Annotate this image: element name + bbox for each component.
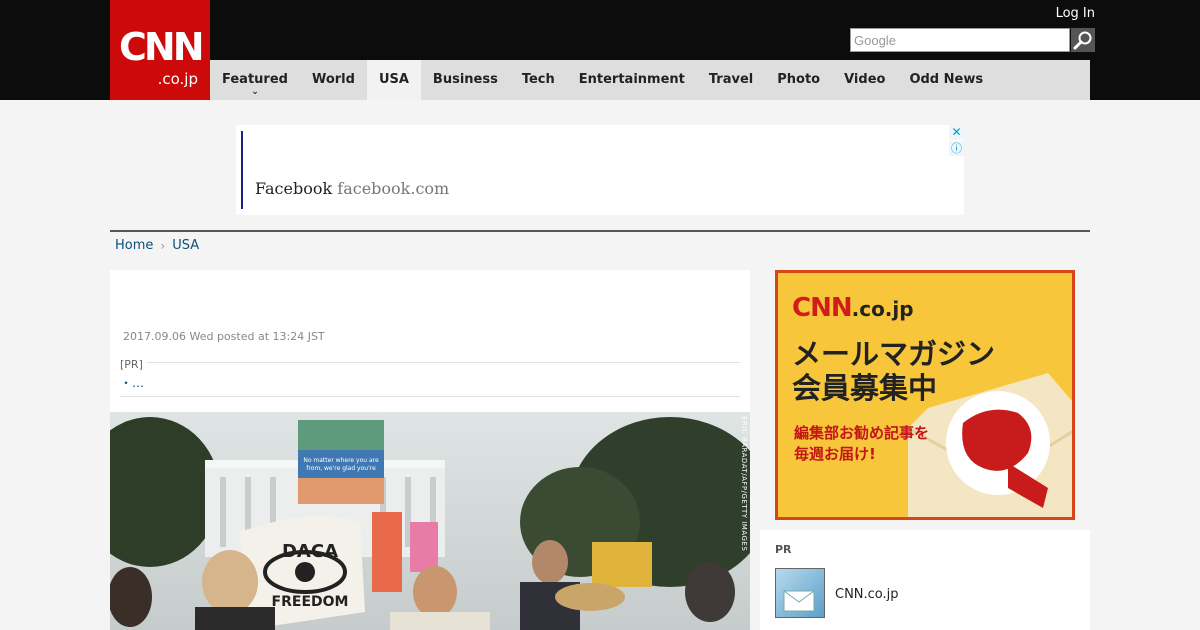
nav-label: Travel — [708, 72, 754, 87]
nav-label: Video — [844, 72, 886, 87]
main-nav: Featured ⌄ World USA Business Tech Enter… — [210, 60, 1090, 100]
sidebar-pr-box: PR CNN.co.jp — [760, 530, 1090, 630]
nav-label: USA — [378, 72, 409, 87]
search-input[interactable]: Google — [850, 28, 1070, 52]
sidebar-pr-link[interactable]: CNN.co.jp — [835, 587, 899, 602]
breadcrumb: Home › USA — [115, 238, 199, 253]
protest-photo-illustration: No matter where you are from, we're glad… — [110, 412, 750, 630]
newsletter-promo[interactable]: CNN.co.jp メールマガジン 会員募集中 編集部お勧め記事を 毎週お届け! — [775, 270, 1075, 520]
logo-sub: .co.jp — [157, 70, 198, 88]
chevron-down-icon: ⌄ — [251, 87, 259, 97]
pr-label: [PR] — [120, 358, 147, 371]
breadcrumb-home[interactable]: Home — [115, 238, 153, 253]
article-date: 2017.09.06 Wed posted at 13:24 JST — [123, 330, 325, 343]
pr-link[interactable]: ・… — [120, 374, 144, 391]
promo-subtitle: 編集部お勧め記事を 毎週お届け! — [794, 423, 929, 465]
nav-video[interactable]: Video — [832, 60, 897, 100]
pr-divider-bottom — [120, 396, 740, 397]
info-icon[interactable]: ⓘ — [949, 141, 964, 156]
cnn-logo[interactable]: CNN .co.jp — [110, 0, 210, 100]
login-link[interactable]: Log In — [1056, 6, 1095, 21]
ad-banner[interactable]: Facebook facebook.com ✕ ⓘ — [236, 125, 964, 215]
pr-divider-top — [120, 362, 740, 363]
promo-title-line1: メールマガジン — [792, 337, 996, 371]
nav-usa[interactable]: USA — [366, 60, 421, 100]
close-icon[interactable]: ✕ — [949, 125, 964, 140]
ad-domain: facebook.com — [337, 179, 450, 198]
sidebar-pr-label: PR — [775, 543, 792, 556]
promo-logo-sub: .co.jp — [851, 297, 914, 321]
promo-logo-main: CNN — [792, 293, 853, 323]
ad-text: Facebook facebook.com — [255, 179, 449, 198]
nav-label: Tech — [521, 72, 555, 87]
nav-world[interactable]: World — [300, 60, 367, 100]
nav-label: Featured — [222, 72, 288, 87]
logo-main: CNN — [119, 25, 204, 69]
article-header: 2017.09.06 Wed posted at 13:24 JST [PR] … — [110, 270, 750, 412]
svg-text:FREEDOM: FREEDOM — [272, 594, 349, 610]
nav-label: Photo — [777, 72, 821, 87]
nav-odd-news[interactable]: Odd News — [897, 60, 995, 100]
promo-title-line2: 会員募集中 — [792, 371, 938, 405]
nav-featured[interactable]: Featured ⌄ — [210, 60, 300, 100]
nav-photo[interactable]: Photo — [765, 60, 832, 100]
photo-credit: ERIC BARADAT/AFP/GETTY IMAGES — [740, 416, 748, 552]
nav-label: Entertainment — [578, 72, 685, 87]
search-button[interactable] — [1071, 28, 1095, 52]
nav-tech[interactable]: Tech — [510, 60, 567, 100]
search-icon — [1073, 31, 1092, 50]
nav-label: World — [311, 72, 355, 87]
chevron-right-icon: › — [160, 238, 166, 253]
promo-logo: CNN.co.jp — [792, 293, 914, 323]
nav-label: Odd News — [909, 72, 984, 87]
promo-title: メールマガジン 会員募集中 — [792, 337, 995, 405]
nav-entertainment[interactable]: Entertainment — [567, 60, 697, 100]
article-photo: No matter where you are from, we're glad… — [110, 412, 750, 630]
nav-business[interactable]: Business — [421, 60, 510, 100]
ad-brand: Facebook — [255, 179, 333, 198]
breadcrumb-usa[interactable]: USA — [172, 238, 199, 253]
ad-accent-bar — [241, 131, 243, 209]
promo-sub-line2: 毎週お届け! — [794, 445, 876, 463]
svg-text:No matter where you are: No matter where you are — [303, 457, 379, 464]
nav-label: Business — [432, 72, 498, 87]
nav-travel[interactable]: Travel — [697, 60, 765, 100]
promo-sub-line1: 編集部お勧め記事を — [794, 424, 930, 442]
svg-text:from, we're glad you're: from, we're glad you're — [306, 465, 376, 472]
svg-text:DACA: DACA — [282, 541, 338, 562]
section-divider — [110, 230, 1090, 232]
pr-thumbnail[interactable] — [775, 568, 825, 618]
mail-icon — [783, 590, 815, 612]
